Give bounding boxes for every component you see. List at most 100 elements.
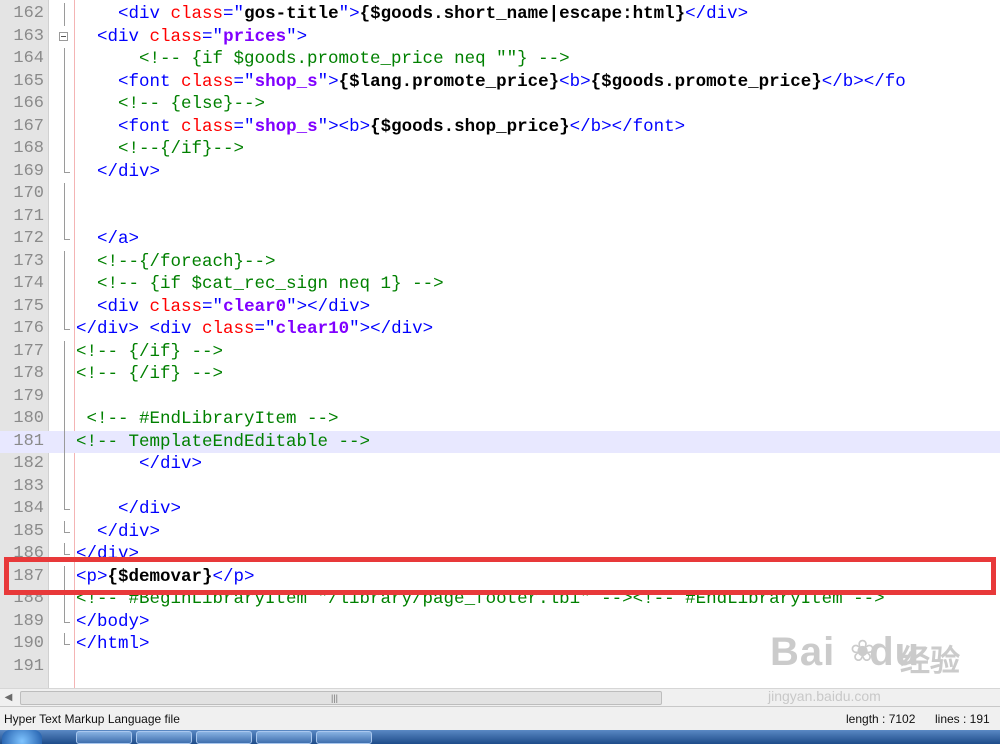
code-editor[interactable]: 162 <div class="gos-title">{$goods.short… [0, 0, 1000, 688]
code-line[interactable]: 177 <!-- {/if} --> [0, 340, 1000, 364]
code-text[interactable]: <!--{/if}--> [76, 138, 244, 161]
line-number: 179 [13, 386, 44, 406]
code-line[interactable]: 173 <!--{/foreach}--> [0, 250, 1000, 274]
code-text[interactable]: </div> [76, 498, 181, 521]
code-text[interactable]: <!-- {if $cat_rec_sign neq 1} --> [76, 273, 444, 296]
baidu-jingyan-watermark: Bai du ❀ 经验 jingyan.baidu.com [760, 630, 980, 720]
fold-guide [58, 610, 72, 634]
code-text[interactable]: <font class="shop_s"><b>{$goods.shop_pri… [76, 116, 685, 139]
code-line[interactable]: 185 </div> [0, 520, 1000, 544]
code-text[interactable]: <!-- {/if} --> [76, 341, 223, 364]
code-line[interactable]: 172 </a> [0, 228, 1000, 251]
code-token: {$goods.promote_price} [590, 71, 822, 92]
start-button[interactable] [2, 730, 42, 744]
code-line[interactable]: 171 [0, 205, 1000, 229]
taskbar [0, 730, 1000, 744]
taskbar-button-firefox[interactable] [76, 731, 132, 744]
code-line[interactable]: 170 [0, 183, 1000, 206]
fold-guide [58, 318, 72, 341]
fold-guide [58, 633, 72, 656]
fold-guide [58, 498, 72, 521]
scroll-left-arrow-icon[interactable]: ◀ [0, 689, 17, 706]
line-number: 177 [13, 341, 44, 361]
code-token: <!--{/foreach}--> [97, 251, 276, 272]
code-token: "></div> [349, 319, 434, 339]
taskbar-button-explorer[interactable] [196, 731, 252, 744]
code-token: =" [233, 116, 255, 137]
code-text[interactable]: <div class="clear0"></div> [76, 296, 370, 319]
fold-guide [58, 48, 72, 71]
code-text[interactable]: <font class="shop_s">{$lang.promote_pric… [76, 71, 906, 94]
code-text[interactable]: <!--{/foreach}--> [76, 251, 276, 274]
code-line[interactable]: 167 <font class="shop_s"><b>{$goods.shop… [0, 115, 1000, 139]
code-token: class [149, 296, 203, 317]
code-token: "><b> [317, 116, 371, 137]
code-text[interactable]: <!-- {/if} --> [76, 363, 223, 386]
code-token: <div [118, 4, 171, 24]
taskbar-button-browser[interactable] [256, 731, 312, 744]
taskbar-button-terminal[interactable] [136, 731, 192, 744]
code-line[interactable]: 181 <!-- TemplateEndEditable --> [0, 430, 1000, 454]
code-token: <!-- {else}--> [118, 94, 266, 114]
code-text[interactable]: </div> [76, 161, 160, 184]
code-text[interactable]: </body> [76, 611, 150, 634]
code-text[interactable]: </div> [76, 453, 202, 476]
code-token: <font [118, 71, 182, 92]
code-text[interactable]: <div class="gos-title">{$goods.short_nam… [76, 3, 748, 26]
code-line[interactable]: 169 </div> [0, 160, 1000, 184]
code-text[interactable]: </html> [76, 633, 150, 656]
code-token: <font [118, 116, 182, 137]
code-text[interactable]: </a> [76, 228, 139, 251]
line-number: 167 [13, 116, 44, 136]
code-token: shop_s [254, 116, 318, 137]
code-line[interactable]: 175 <div class="clear0"></div> [0, 295, 1000, 319]
fold-toggle-icon[interactable] [58, 26, 72, 49]
code-token: <!-- {if $cat_rec_sign neq 1} --> [97, 274, 444, 294]
code-line[interactable]: 178 <!-- {/if} --> [0, 363, 1000, 386]
fold-guide [58, 250, 72, 274]
code-token: class [149, 26, 203, 47]
code-token: </html> [76, 634, 150, 654]
code-token: "> [286, 26, 308, 47]
code-text[interactable]: </div> [76, 521, 160, 544]
code-text[interactable]: <!-- {if $goods.promote_price neq ""} --… [76, 48, 570, 71]
fold-guide [58, 430, 72, 454]
code-line[interactable]: 174 <!-- {if $cat_rec_sign neq 1} --> [0, 273, 1000, 296]
fold-guide [58, 385, 72, 409]
code-text[interactable]: <!-- {else}--> [76, 93, 265, 116]
code-line[interactable]: 164 <!-- {if $goods.promote_price neq ""… [0, 48, 1000, 71]
code-token: </a> [97, 229, 140, 249]
code-token: "> [338, 4, 360, 24]
scrollbar-thumb[interactable]: ||| [20, 691, 662, 705]
code-token: shop_s [254, 71, 318, 92]
code-line[interactable]: 176 </div> <div class="clear10"></div> [0, 318, 1000, 341]
fold-guide [58, 138, 72, 161]
code-line[interactable]: 162 <div class="gos-title">{$goods.short… [0, 3, 1000, 26]
code-text[interactable]: </div> <div class="clear10"></div> [76, 318, 433, 341]
code-text[interactable]: <div class="prices"> [76, 26, 307, 49]
code-line[interactable]: 163 <div class="prices"> [0, 26, 1000, 49]
line-number: 164 [13, 49, 44, 68]
code-line[interactable]: 168 <!--{/if}--> [0, 138, 1000, 161]
taskbar-button-editor[interactable] [316, 731, 372, 744]
code-text[interactable]: <!-- #EndLibraryItem --> [76, 408, 339, 431]
code-line[interactable]: 179 [0, 385, 1000, 409]
code-line[interactable]: 166 <!-- {else}--> [0, 93, 1000, 116]
code-line[interactable]: 184 </div> [0, 498, 1000, 521]
line-number: 185 [13, 521, 44, 541]
code-token: class [170, 4, 224, 24]
code-line[interactable]: 183 [0, 475, 1000, 499]
code-line[interactable]: 180 <!-- #EndLibraryItem --> [0, 408, 1000, 431]
fold-guide [58, 475, 72, 499]
code-line[interactable]: 182 </div> [0, 453, 1000, 476]
code-text[interactable]: <!-- TemplateEndEditable --> [76, 431, 370, 454]
paw-icon: ❀ [850, 635, 876, 668]
code-line[interactable]: 165 <font class="shop_s">{$lang.promote_… [0, 70, 1000, 94]
